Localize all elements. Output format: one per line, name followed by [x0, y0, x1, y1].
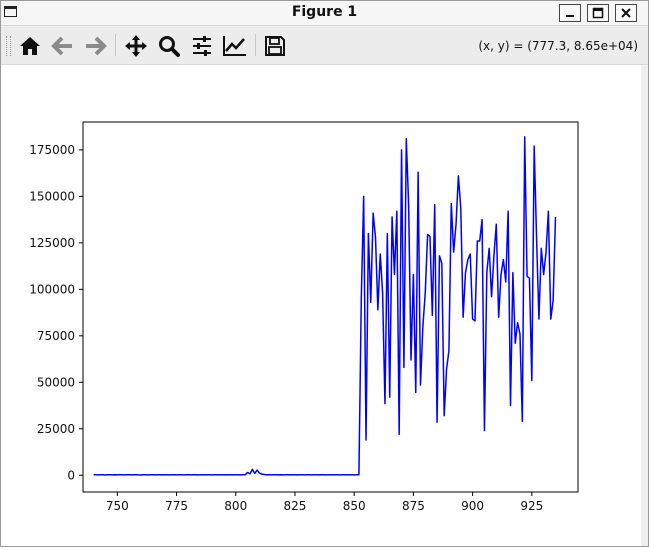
- line-plot[interactable]: 750 775 800 825 850 875 900 925 0 25000 50000 75000…: [1, 65, 641, 546]
- x-tick-label: 750: [106, 499, 129, 513]
- x-tick-label: 775: [165, 499, 188, 513]
- y-tick-label: 100000: [29, 282, 75, 296]
- forward-button[interactable]: [81, 32, 109, 60]
- navigation-toolbar: (x, y) = (777.3, 8.65e+04): [1, 26, 648, 65]
- x-tick-label: 850: [343, 499, 366, 513]
- home-icon: [20, 37, 40, 55]
- close-icon: [621, 8, 631, 18]
- figure-canvas[interactable]: 750 775 800 825 850 875 900 925 0 25000 50000 75000…: [1, 65, 641, 546]
- axes-frame: [82, 121, 579, 493]
- title-bar[interactable]: Figure 1: [1, 1, 648, 26]
- back-button[interactable]: [49, 32, 77, 60]
- window-edge: [641, 65, 648, 546]
- save-button[interactable]: [261, 32, 289, 60]
- minimize-button[interactable]: [559, 4, 581, 22]
- arrow-left-icon: [51, 36, 72, 56]
- edit-axes-button[interactable]: [221, 32, 249, 60]
- toolbar-separator: [115, 34, 116, 56]
- y-tick-label: 175000: [29, 143, 75, 157]
- x-tick-label: 925: [520, 499, 543, 513]
- minimize-icon: [566, 15, 574, 17]
- chart-line-icon: [223, 36, 246, 56]
- home-button[interactable]: [16, 32, 44, 60]
- y-tick-label: 150000: [29, 189, 75, 203]
- y-tick-label: 50000: [37, 375, 75, 389]
- x-tick-label: 825: [284, 499, 307, 513]
- toolbar-separator: [255, 34, 256, 56]
- y-tick-label: 25000: [37, 422, 75, 436]
- toolbar-grip[interactable]: [6, 36, 11, 56]
- maximize-icon: [592, 7, 604, 19]
- floppy-icon: [265, 36, 285, 56]
- y-tick-label: 125000: [29, 236, 75, 250]
- pan-button[interactable]: [122, 32, 150, 60]
- x-tick-label: 900: [461, 499, 484, 513]
- y-tick-label: 0: [67, 468, 75, 482]
- zoom-button[interactable]: [155, 32, 183, 60]
- maximize-button[interactable]: [587, 4, 609, 22]
- sliders-icon: [193, 36, 211, 56]
- y-tick-label: 75000: [37, 329, 75, 343]
- figure-window: Figure 1 (x, y) = (777.3, 8.65e+04) 750 …: [0, 0, 649, 547]
- x-tick-label: 875: [402, 499, 425, 513]
- configure-subplots-button[interactable]: [188, 32, 216, 60]
- cursor-coordinates: (x, y) = (777.3, 8.65e+04): [478, 39, 638, 53]
- window-title: Figure 1: [291, 4, 358, 20]
- move-icon: [125, 35, 147, 57]
- zoom-icon: [159, 36, 180, 57]
- x-tick-label: 800: [224, 499, 247, 513]
- close-button[interactable]: [615, 4, 637, 22]
- arrow-right-icon: [86, 36, 107, 56]
